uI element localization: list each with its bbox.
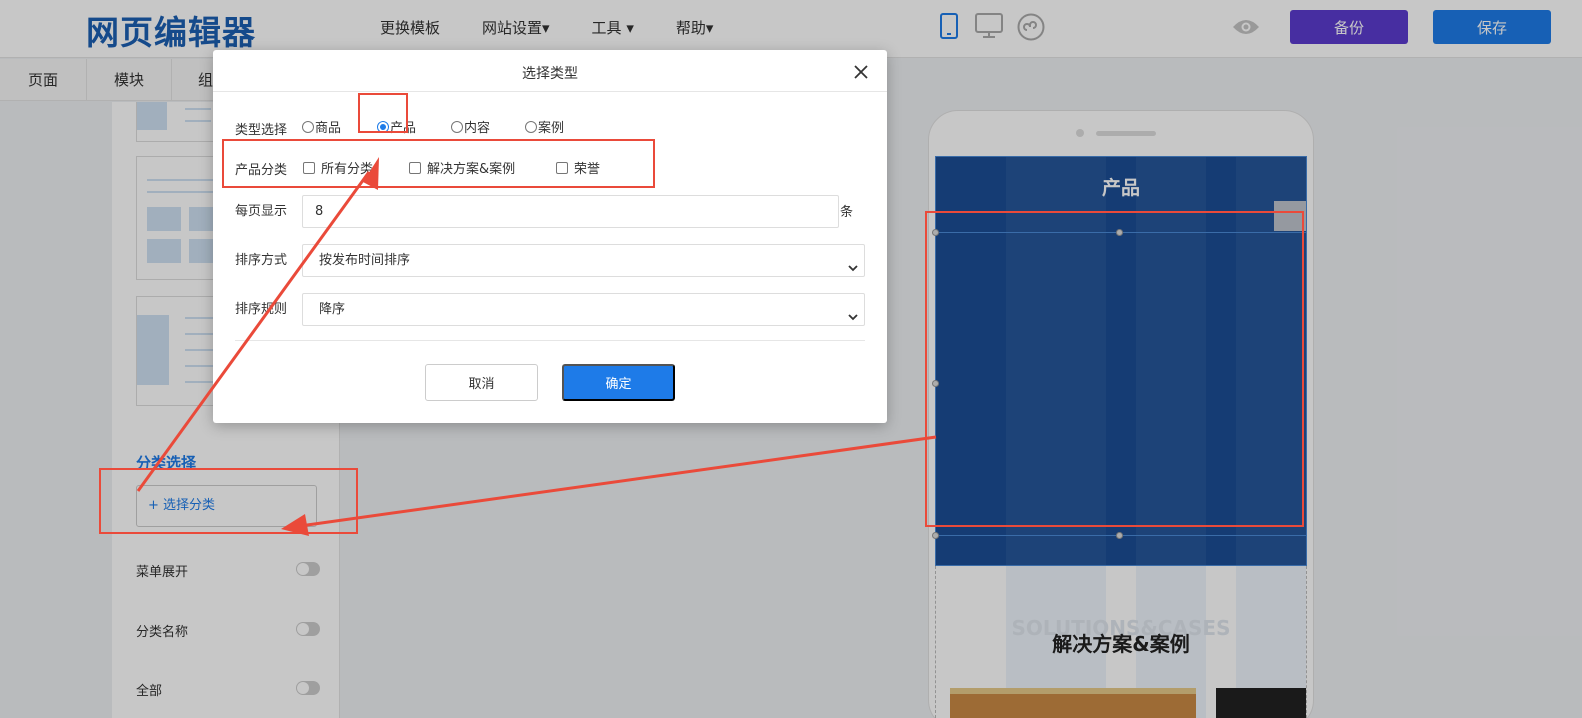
annotation-arrows [136, 157, 937, 536]
arrowhead-icon [281, 514, 309, 536]
annotation-arrow-to-categories [136, 171, 371, 492]
arrowhead-icon [363, 157, 379, 190]
annotation-arrow-to-select [299, 435, 937, 528]
